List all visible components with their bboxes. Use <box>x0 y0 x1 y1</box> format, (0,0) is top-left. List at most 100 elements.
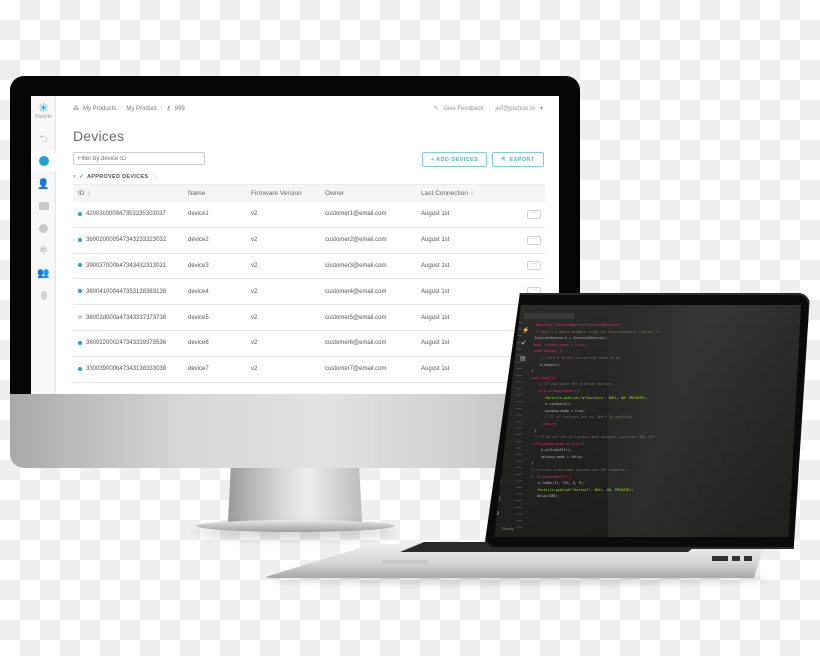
sidebar-item-products[interactable] <box>31 151 56 171</box>
column-header-firmware: Firmware Version <box>251 190 302 197</box>
page-title: Devices <box>73 128 125 144</box>
desktop-monitor-stand <box>228 468 362 522</box>
devices-table: ID ⇕ Name Firmware Version Owner Last Con… <box>73 184 545 383</box>
device-name-cell: device5 <box>188 314 209 321</box>
online-status-dot <box>78 263 82 268</box>
table-row[interactable]: 390037000b47343432313031 device3 v2 custome… <box>73 254 545 280</box>
column-header-id[interactable]: ID ⇕ <box>78 190 91 197</box>
sidebar-item-firmware[interactable] <box>31 218 56 238</box>
table-body: 42003c000947353235303037 device1 v2 custome… <box>73 202 545 383</box>
collapse-chevron-icon[interactable]: ▾ <box>73 174 76 180</box>
device-id: 36002d000a47343337373738 <box>86 314 167 321</box>
online-status-dot <box>78 366 82 371</box>
table-row[interactable]: 360022000247343339373536 device6 v2 custome… <box>73 331 545 357</box>
last-connection-cell: August 1st <box>421 262 450 269</box>
row-actions-button[interactable]: ··· <box>527 261 541 271</box>
device-id-cell[interactable]: 360022000247343339373536 <box>78 340 166 346</box>
device-name-cell: device6 <box>188 340 209 347</box>
last-connection-cell: August 1st <box>421 314 450 321</box>
sidebar-item-customers[interactable]: 👤 <box>31 174 56 194</box>
team-icon: 👥 <box>37 267 50 279</box>
row-actions-button[interactable]: ··· <box>527 235 541 245</box>
device-name-cell: device7 <box>188 366 209 373</box>
laptop-lid-notch <box>382 560 428 564</box>
device-name-cell: device3 <box>188 262 209 269</box>
device-id-cell[interactable]: 42003c000947353235303037 <box>78 211 166 217</box>
ide-file-tab[interactable] <box>524 313 574 319</box>
export-button[interactable]: ⇱ EXPORT <box>492 152 544 167</box>
sidebar-item-sims[interactable] <box>31 285 56 305</box>
device-name-cell: device4 <box>188 288 209 295</box>
add-devices-button[interactable]: + ADD DEVICES <box>422 152 487 167</box>
user-email-menu[interactable]: jeff@particle.io <box>495 106 535 112</box>
chevron-down-icon[interactable]: ▾ <box>540 105 543 112</box>
top-right-menu: ✎ Give Feedback | jeff@particle.io ▾ <box>433 105 543 113</box>
sort-icon[interactable]: ⇕ <box>470 191 474 197</box>
device-id: 42003c000947353235303037 <box>86 211 166 218</box>
row-actions-button[interactable]: ··· <box>527 209 541 219</box>
desktop-monitor-chin <box>10 394 580 468</box>
firmware-version-cell: v2 <box>251 366 258 373</box>
sim-icon <box>40 290 47 300</box>
device-id: 390037000b47343432313031 <box>86 262 167 269</box>
sidebar: ✳ Particle ⮌ 👤 ✻ 👥 <box>31 96 56 394</box>
device-id-cell[interactable]: 3b0020000547343233323032 <box>78 237 166 243</box>
approved-devices-section[interactable]: ▾ ✓ APPROVED DEVICES ⓘ <box>73 173 157 181</box>
device-id-cell[interactable]: 360041000447353138383138 <box>78 289 166 295</box>
device-id-cell[interactable]: 390037000b47343432313031 <box>78 263 166 269</box>
firmware-version-cell: v2 <box>251 237 258 244</box>
breadcrumb: ⁂ My Products › My Product | ⚷ 999 <box>73 105 185 113</box>
column-header-name: Name <box>188 190 206 197</box>
back-arrow-icon: ⮌ <box>39 133 48 145</box>
sidebar-item-integrations[interactable]: ✻ <box>31 240 56 260</box>
firmware-version-cell: v2 <box>251 211 258 218</box>
table-row[interactable]: 3b0020000547343233323032 device2 v2 custome… <box>73 228 545 254</box>
give-feedback-link[interactable]: Give Feedback <box>443 106 483 112</box>
sort-icon[interactable]: ⇕ <box>87 191 91 197</box>
device-id-cell[interactable]: 330039000b47343138333038 <box>78 366 166 372</box>
online-status-dot <box>78 211 82 216</box>
online-status-dot <box>78 340 82 345</box>
download-icon <box>39 223 48 233</box>
owner-cell: customer1@email.com <box>325 211 387 218</box>
firmware-version-cell: v2 <box>251 288 258 295</box>
line-number-gutter <box>516 322 522 532</box>
owner-cell: customer7@email.com <box>325 366 387 373</box>
network-icon: ✻ <box>39 244 48 256</box>
firmware-version-cell: v2 <box>251 314 258 321</box>
breadcrumb-my-product[interactable]: My Product <box>126 106 156 112</box>
sidebar-item-back[interactable]: ⮌ <box>31 130 56 150</box>
sidebar-item-console[interactable] <box>31 196 56 216</box>
firmware-version-cell: v2 <box>251 262 258 269</box>
laptop-port <box>744 556 752 561</box>
laptop-port <box>712 556 728 561</box>
user-icon: 👤 <box>37 178 50 190</box>
sidebar-item-team[interactable]: 👥 <box>31 263 56 283</box>
export-label: EXPORT <box>509 156 535 163</box>
table-header: ID ⇕ Name Firmware Version Owner Last Con… <box>73 184 545 202</box>
info-icon[interactable]: ⓘ <box>151 173 157 181</box>
particle-logo[interactable]: ✳ Particle <box>31 102 56 121</box>
column-header-last-connection[interactable]: Last Connection ⇕ <box>421 190 474 197</box>
online-status-dot <box>78 289 82 294</box>
device-id-cell[interactable]: 36002d000a47343337373738 <box>78 315 166 321</box>
key-icon: ⚷ <box>166 106 171 112</box>
product-id: 999 <box>174 105 185 112</box>
check-icon: ✓ <box>79 174 84 180</box>
breadcrumb-divider: | <box>160 105 163 112</box>
column-header-owner: Owner <box>325 190 345 197</box>
particle-star-icon: ✳ <box>38 101 49 115</box>
device-id: 360041000447353138383138 <box>86 288 167 295</box>
flash-icon[interactable]: ⚡ <box>522 327 529 334</box>
table-row[interactable]: 36002d000a47343337373738 device5 v2 custome… <box>73 305 545 331</box>
table-row[interactable]: 360041000447353138383138 device4 v2 custome… <box>73 279 545 306</box>
table-row[interactable]: 42003c000947353235303037 device1 v2 custome… <box>73 202 545 228</box>
device-id: 360022000247343339373536 <box>86 340 167 347</box>
device-filter-input[interactable] <box>73 152 205 165</box>
breadcrumb-my-products[interactable]: My Products <box>83 106 116 112</box>
particle-console-screen: ✳ Particle ⮌ 👤 ✻ 👥 ⁂ My Products › My Pr… <box>31 96 559 394</box>
products-cube-icon <box>38 156 49 166</box>
table-row[interactable]: 330039000b47343138333038 device7 v2 custome… <box>73 357 545 383</box>
export-icon: ⇱ <box>501 156 507 163</box>
device-name-cell: device2 <box>188 237 209 244</box>
